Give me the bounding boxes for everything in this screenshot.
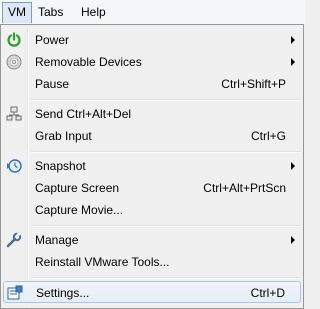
menu-item-capture-screen[interactable]: Capture Screen Ctrl+Alt+PrtScn <box>3 177 301 199</box>
menu-item-grab-input[interactable]: Grab Input Ctrl+G <box>3 125 301 147</box>
vm-dropdown-menu: Power Removable Devices Pause Ctrl+Shift… <box>0 24 304 309</box>
submenu-arrow-icon <box>291 58 295 66</box>
submenu-arrow-icon <box>291 36 295 44</box>
menu-item-label: Power <box>35 33 70 47</box>
network-computer-icon <box>5 105 23 123</box>
shortcut-label: Ctrl+G <box>250 129 286 143</box>
menubar-vm[interactable]: VM <box>2 2 32 23</box>
wrench-icon <box>5 231 23 249</box>
menu-item-power[interactable]: Power <box>3 29 301 51</box>
submenu-arrow-icon <box>291 236 295 244</box>
menu-bar: VM Tabs Help <box>0 0 305 25</box>
menu-item-label: Manage <box>35 233 79 247</box>
menu-item-label: Reinstall VMware Tools... <box>35 255 170 269</box>
disc-icon <box>5 53 23 71</box>
menu-item-settings[interactable]: Settings... Ctrl+D <box>3 281 301 303</box>
menu-item-capture-movie[interactable]: Capture Movie... <box>3 199 301 221</box>
power-icon <box>5 31 23 49</box>
menu-separator <box>31 225 301 227</box>
menubar-tabs[interactable]: Tabs <box>33 2 68 23</box>
menu-item-pause[interactable]: Pause Ctrl+Shift+P <box>3 73 301 95</box>
menu-item-label: Send Ctrl+Alt+Del <box>35 107 132 121</box>
settings-icon <box>6 284 24 302</box>
menu-item-reinstall-vmware-tools[interactable]: Reinstall VMware Tools... <box>3 251 301 273</box>
menu-item-label: Capture Screen <box>35 181 120 195</box>
submenu-arrow-icon <box>291 162 295 170</box>
shortcut-label: Ctrl+Alt+PrtScn <box>203 181 286 195</box>
menu-item-label: Settings... <box>36 286 90 300</box>
menu-item-snapshot[interactable]: Snapshot <box>3 155 301 177</box>
shortcut-label: Ctrl+D <box>250 286 285 300</box>
menu-item-removable-devices[interactable]: Removable Devices <box>3 51 301 73</box>
menu-item-label: Grab Input <box>35 129 92 143</box>
snapshot-clock-icon <box>5 157 23 175</box>
menu-separator <box>31 277 301 279</box>
menu-item-label: Capture Movie... <box>35 203 124 217</box>
menu-separator <box>31 99 301 101</box>
menu-item-manage[interactable]: Manage <box>3 229 301 251</box>
menu-item-label: Removable Devices <box>35 55 142 69</box>
menubar-help[interactable]: Help <box>76 2 111 23</box>
shortcut-label: Ctrl+Shift+P <box>221 77 286 91</box>
menu-item-send-ctrl-alt-del[interactable]: Send Ctrl+Alt+Del <box>3 103 301 125</box>
menu-item-label: Snapshot <box>35 159 86 173</box>
menu-item-label: Pause <box>35 77 70 91</box>
menu-separator <box>31 151 301 153</box>
